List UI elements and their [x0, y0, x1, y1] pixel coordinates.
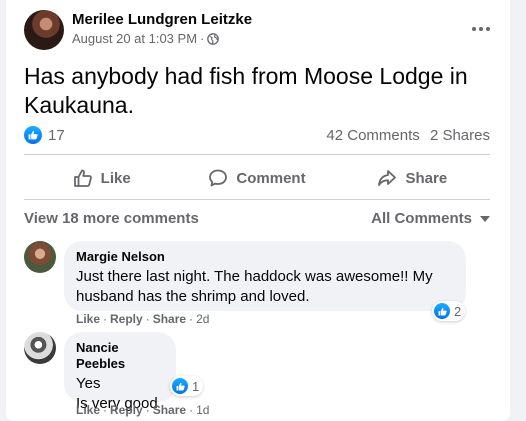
dot-separator: · [145, 312, 150, 326]
comment-share-link[interactable]: Share [153, 312, 186, 326]
comment-text: Just there last night. The haddock was a… [76, 267, 454, 307]
comments-bar: View 18 more comments All Comments [24, 210, 490, 230]
share-label: Share [405, 169, 448, 187]
comment-reaction-count: 2 [454, 303, 462, 319]
more-options-button[interactable] [466, 14, 496, 44]
comment-reactions[interactable]: 2 [432, 301, 466, 321]
comment-label: Comment [236, 169, 306, 187]
comment-text-line: Just there last night. The haddock was a… [76, 268, 433, 285]
dot-separator: · [103, 312, 108, 326]
comment-reply-link[interactable]: Reply [110, 312, 143, 326]
post-header: Merilee Lundgren Leitzke August 20 at 1:… [24, 10, 252, 50]
comment-reactions[interactable]: 1 [170, 376, 204, 396]
like-reaction-icon [434, 303, 450, 319]
comment-like-link[interactable]: Like [76, 312, 100, 326]
comment-bubble: Margie Nelson Just there last night. The… [64, 241, 466, 311]
commenter-name[interactable]: Nancie Peebles [76, 340, 164, 372]
comment-actions: Like · Reply · Share · 1d [76, 403, 209, 417]
more-icon [472, 27, 476, 31]
comment-like-link[interactable]: Like [76, 403, 100, 417]
comment-text-line: husband has the shrimp and loved. [76, 288, 310, 305]
comment-text-line: Yes [76, 375, 101, 392]
caret-down-icon [480, 215, 490, 222]
post-card: Merilee Lundgren Leitzke August 20 at 1:… [6, 0, 510, 421]
divider [24, 154, 490, 155]
comment-sort-label: All Comments [371, 210, 472, 227]
thumbs-up-icon [73, 169, 92, 187]
comment-time[interactable]: 2d [196, 312, 209, 326]
share-button[interactable]: Share [335, 160, 490, 196]
comment-reply-link[interactable]: Reply [110, 403, 143, 417]
comment-item: Nancie Peebles Yes Is very good 1 Like · R… [24, 332, 490, 420]
comment-icon [209, 169, 228, 187]
like-reaction-icon [24, 126, 42, 144]
comment-time[interactable]: 1d [196, 403, 209, 417]
globe-icon [207, 32, 220, 45]
dot-separator: · [189, 312, 194, 326]
like-reaction-icon [172, 378, 188, 394]
post-meta: August 20 at 1:03 PM · [72, 31, 252, 46]
view-more-comments-link[interactable]: View 18 more comments [24, 210, 199, 227]
comment-item: Margie Nelson Just there last night. The… [24, 241, 490, 329]
commenter-avatar[interactable] [24, 241, 56, 273]
share-icon [378, 170, 397, 186]
commenter-name[interactable]: Margie Nelson [76, 249, 454, 265]
dot-separator: · [103, 403, 108, 417]
reactions-count: 17 [48, 126, 65, 144]
author-name[interactable]: Merilee Lundgren Leitzke [72, 11, 252, 28]
author-avatar[interactable] [24, 10, 64, 50]
post-date[interactable]: August 20 at 1:03 PM [72, 31, 197, 46]
reactions-summary[interactable]: 17 [24, 126, 65, 144]
more-icon-dot [479, 27, 483, 31]
comment-share-link[interactable]: Share [153, 403, 186, 417]
dot-separator: · [189, 403, 194, 417]
like-label: Like [100, 169, 131, 187]
comment-sort-dropdown[interactable]: All Comments [371, 210, 490, 227]
post-text: Has anybody had fish from Moose Lodge in… [24, 63, 468, 118]
scrollbar[interactable] [516, 0, 526, 421]
comment-bubble: Nancie Peebles Yes Is very good [64, 332, 176, 412]
comment-reaction-count: 1 [192, 378, 200, 394]
engagement-counts: 42 Comments 2 Shares [326, 127, 490, 144]
comments-count[interactable]: 42 Comments [326, 127, 419, 144]
post-actions: Like Comment Share [24, 160, 490, 196]
more-icon-dot [486, 27, 490, 31]
divider [24, 199, 490, 200]
comment-actions: Like · Reply · Share · 2d [76, 312, 209, 326]
shares-count[interactable]: 2 Shares [430, 127, 490, 144]
post-stats: 17 42 Comments 2 Shares [24, 126, 490, 146]
meta-separator: · [200, 31, 205, 46]
like-button[interactable]: Like [24, 160, 179, 196]
dot-separator: · [145, 403, 150, 417]
comment-button[interactable]: Comment [179, 160, 334, 196]
commenter-avatar[interactable] [24, 332, 56, 364]
